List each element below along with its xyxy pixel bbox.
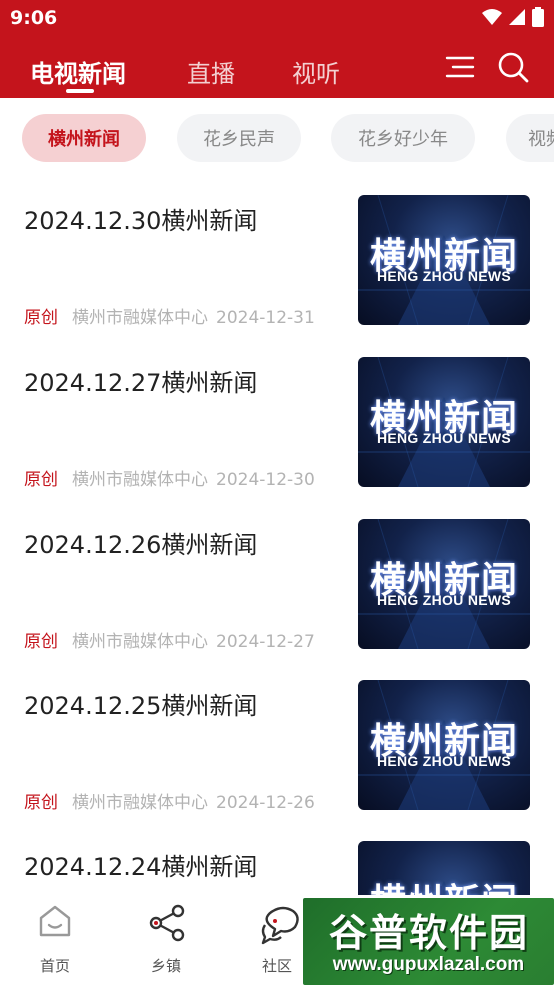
active-tab-indicator	[66, 89, 94, 93]
battery-icon	[532, 7, 544, 27]
news-source: 横州市融媒体中心	[72, 470, 208, 490]
news-date: 2024-12-30	[216, 470, 315, 490]
original-tag: 原创	[24, 470, 58, 490]
chat-icon	[261, 906, 299, 945]
nav-home[interactable]: 首页	[15, 895, 95, 985]
original-tag: 原创	[24, 793, 58, 813]
original-tag: 原创	[24, 632, 58, 652]
news-date: 2024-12-27	[216, 632, 315, 652]
thumbnail-title-en: HENG ZHOU NEWS	[376, 753, 512, 769]
news-source: 横州市融媒体中心	[72, 793, 208, 813]
thumbnail-title-en: HENG ZHOU NEWS	[376, 592, 512, 608]
chip-hengzhou-news[interactable]: 横州新闻	[22, 114, 146, 162]
app-header: 9:06 电视新闻 直播 视听	[0, 0, 554, 98]
status-icons	[482, 7, 544, 27]
news-meta: 原创 横州市融媒体中心 2024-12-30	[24, 465, 315, 490]
news-title: 2024.12.27横州新闻	[24, 369, 258, 397]
screen: 9:06 电视新闻 直播 视听 横州新闻 花乡民声 花乡好少年 视 2024.1…	[0, 0, 554, 985]
news-item[interactable]: 2024.12.25横州新闻 原创 横州市融媒体中心 2024-12-26 横州新闻…	[0, 680, 554, 842]
category-chips: 横州新闻 花乡民声 花乡好少年 视频	[0, 98, 554, 178]
share-icon	[149, 904, 185, 942]
news-meta: 原创 横州市融媒体中心 2024-12-27	[24, 627, 315, 652]
news-thumbnail: 横州新闻 HENG ZHOU NEWS	[358, 195, 530, 325]
news-title: 2024.12.26横州新闻	[24, 531, 258, 559]
news-date: 2024-12-26	[216, 793, 315, 813]
news-item[interactable]: 2024.12.27横州新闻 原创 横州市融媒体中心 2024-12-30 横州新闻…	[0, 357, 554, 519]
news-source: 横州市融媒体中心	[72, 632, 208, 652]
thumbnail-title-en: HENG ZHOU NEWS	[376, 430, 512, 446]
nav-township[interactable]: 乡镇	[126, 895, 206, 985]
news-item[interactable]: 2024.12.30横州新闻 原创 横州市融媒体中心 2024-12-31 横州新闻…	[0, 195, 554, 357]
signal-icon	[509, 9, 525, 25]
home-icon	[39, 905, 71, 937]
news-source: 横州市融媒体中心	[72, 308, 208, 328]
site-watermark: 谷普软件园 www.gupuxlazal.com	[303, 898, 554, 985]
chip-video[interactable]: 视频	[506, 114, 554, 162]
tab-tv-news[interactable]: 电视新闻	[30, 54, 126, 89]
nav-label-township: 乡镇	[150, 957, 181, 975]
news-thumbnail: 横州新闻 HENG ZHOU NEWS	[358, 357, 530, 487]
wifi-icon	[482, 9, 502, 25]
watermark-title: 谷普软件园	[328, 911, 529, 955]
status-bar: 9:06	[0, 0, 554, 38]
chip-huaxiang-voice[interactable]: 花乡民声	[177, 114, 301, 162]
news-title: 2024.12.25横州新闻	[24, 692, 258, 720]
news-item[interactable]: 2024.12.26横州新闻 原创 横州市融媒体中心 2024-12-27 横州新闻…	[0, 519, 554, 681]
news-date: 2024-12-31	[216, 308, 315, 328]
news-thumbnail: 横州新闻 HENG ZHOU NEWS	[358, 680, 530, 810]
news-meta: 原创 横州市融媒体中心 2024-12-26	[24, 788, 315, 813]
thumbnail-title-en: HENG ZHOU NEWS	[376, 268, 512, 284]
news-meta: 原创 横州市融媒体中心 2024-12-31	[24, 303, 315, 328]
news-thumbnail: 横州新闻 HENG ZHOU NEWS	[358, 519, 530, 649]
news-title: 2024.12.24横州新闻	[24, 853, 258, 881]
search-icon[interactable]	[497, 51, 529, 83]
chip-huaxiang-youth[interactable]: 花乡好少年	[331, 114, 475, 162]
nav-label-home: 首页	[39, 957, 70, 975]
original-tag: 原创	[24, 308, 58, 328]
menu-icon[interactable]	[444, 51, 476, 83]
watermark-url: www.gupuxlazal.com	[332, 954, 525, 975]
news-title: 2024.12.30横州新闻	[24, 207, 258, 235]
tab-live[interactable]: 直播	[187, 54, 235, 89]
status-time: 9:06	[10, 7, 58, 29]
tab-audio-video[interactable]: 视听	[292, 54, 340, 89]
